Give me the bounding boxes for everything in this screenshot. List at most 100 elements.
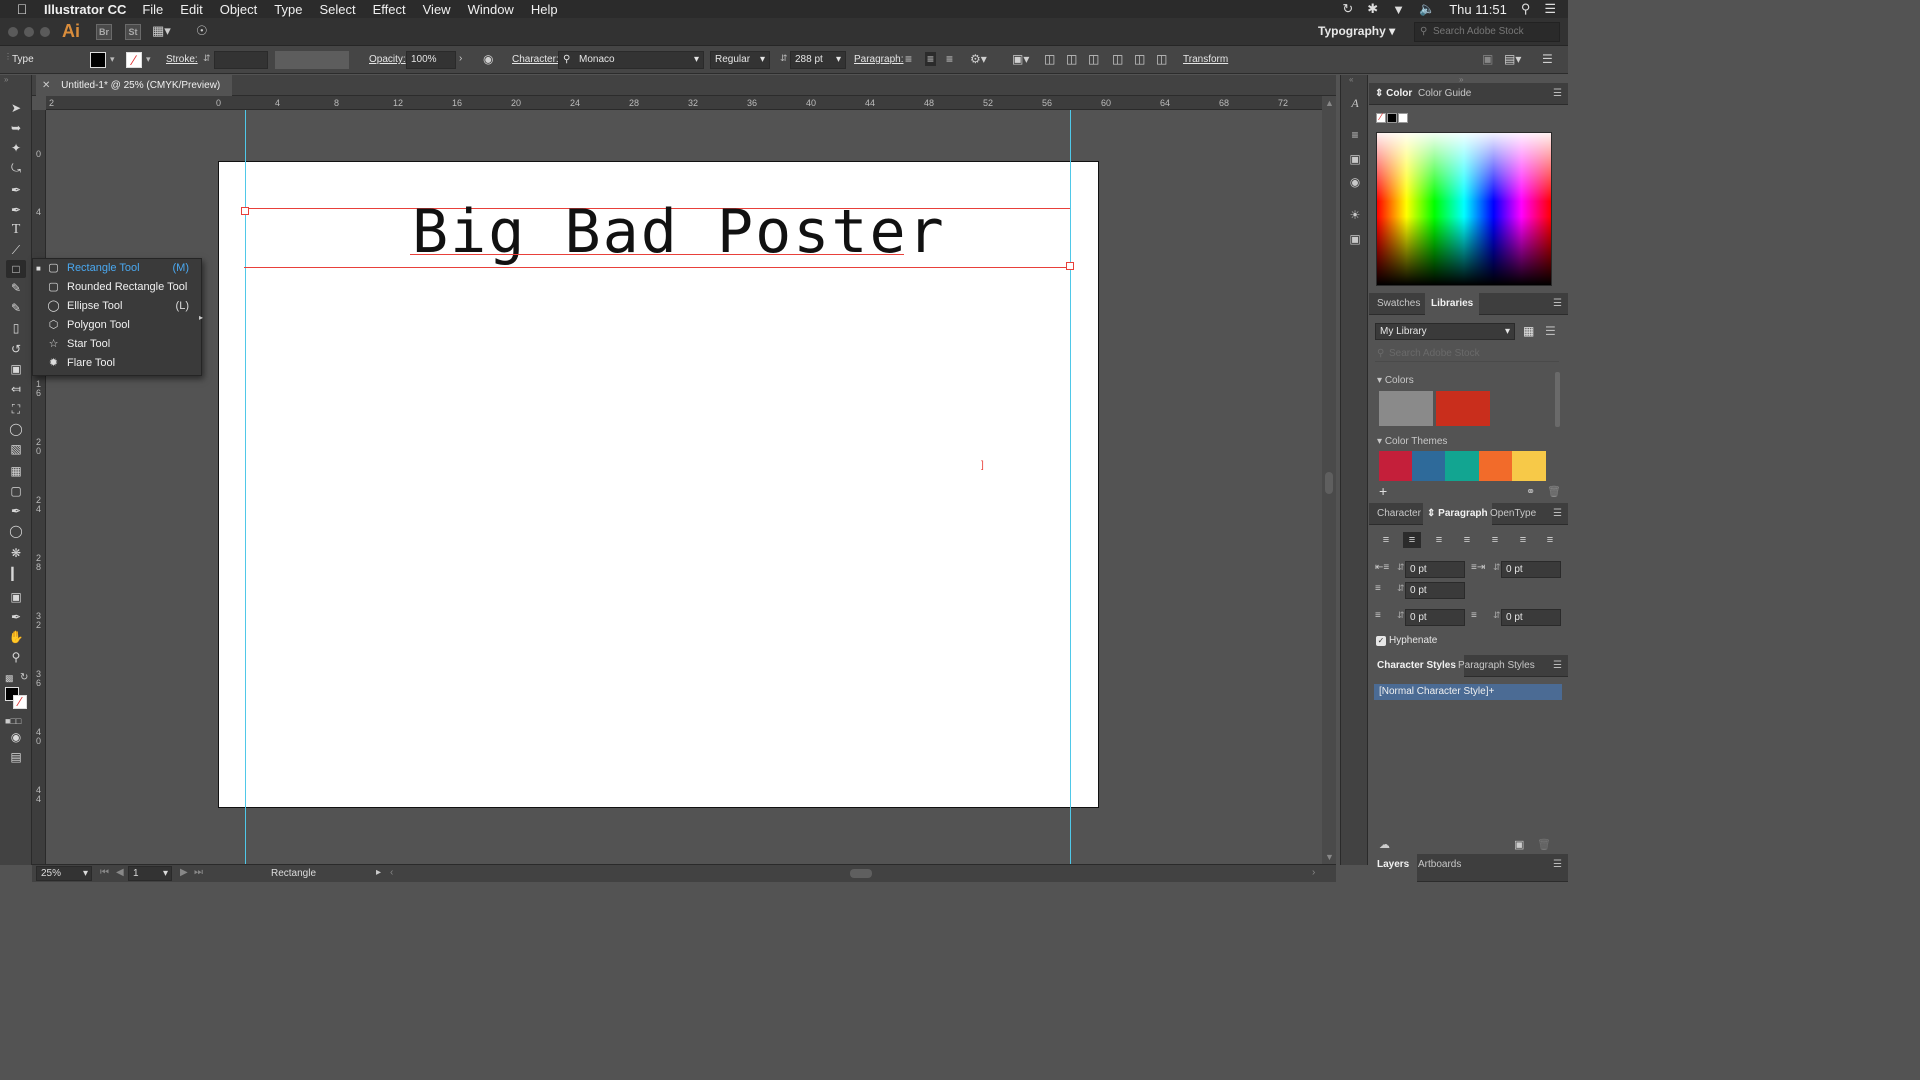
fill-color-swatch[interactable]	[90, 52, 106, 68]
load-styles-icon[interactable]: ☁	[1379, 838, 1390, 851]
toolbar-collapse-icon[interactable]: »	[4, 75, 8, 84]
tab-layers[interactable]: Layers	[1369, 854, 1418, 882]
eyedropper-tool-icon[interactable]: ✒	[6, 502, 26, 520]
magic-wand-tool-icon[interactable]: ✦	[6, 139, 26, 157]
app-menu-name[interactable]: Illustrator CC	[44, 2, 126, 17]
swap-fill-stroke-icon[interactable]: ↻	[20, 672, 28, 683]
last-artboard-icon[interactable]: ⏭	[194, 867, 203, 878]
clock[interactable]: Thu 11:51	[1449, 2, 1507, 17]
library-color-gray[interactable]	[1379, 391, 1433, 426]
styles-panel-menu-icon[interactable]: ☰	[1553, 660, 1562, 671]
list-view-icon[interactable]: ☰	[1545, 324, 1556, 338]
space-before-field[interactable]: 0 pt	[1405, 609, 1465, 626]
gradient-tool-icon[interactable]: ▢	[6, 482, 26, 500]
gradient-panel-icon[interactable]: ▣	[1347, 151, 1363, 167]
bluetooth-icon[interactable]: ✱	[1367, 1, 1378, 17]
menu-edit[interactable]: Edit	[180, 2, 202, 17]
align-horizontal-centers-icon[interactable]: ◫	[1066, 52, 1077, 66]
flyout-rectangle-tool[interactable]: ■ ▢ Rectangle Tool (M)	[33, 259, 201, 278]
tear-off-arrow-icon[interactable]: ▸	[199, 313, 203, 322]
stroke-panel-icon[interactable]: ≡	[1347, 127, 1363, 143]
right-indent-stepper[interactable]: ⇵	[1493, 562, 1501, 573]
workspace-switcher[interactable]: Typography ▾	[1318, 24, 1395, 38]
lasso-tool-icon[interactable]: ⤿	[6, 159, 26, 177]
zoom-tool-icon[interactable]: ⚲	[6, 648, 26, 666]
stroke-weight-field[interactable]	[214, 51, 268, 69]
layers-panel-menu-icon[interactable]: ☰	[1553, 859, 1562, 870]
flyout-ellipse-tool[interactable]: ◯ Ellipse Tool (L)	[33, 297, 201, 316]
scroll-up-icon[interactable]: ▲	[1325, 98, 1334, 108]
new-style-icon[interactable]: ▣	[1514, 838, 1524, 851]
volume-icon[interactable]: 🔈	[1419, 1, 1435, 17]
shaper-tool-icon[interactable]: ✎	[6, 299, 26, 317]
stroke-dropdown-icon[interactable]: ▾	[146, 54, 151, 65]
document-tab[interactable]: ✕ Untitled-1* @ 25% (CMYK/Preview)	[36, 75, 233, 96]
tab-color[interactable]: ⇕ Color	[1375, 83, 1412, 105]
menu-effect[interactable]: Effect	[373, 2, 406, 17]
symbol-sprayer-tool-icon[interactable]: ❋	[6, 544, 26, 562]
stock-button[interactable]: St	[125, 24, 141, 40]
line-segment-tool-icon[interactable]: ⟋	[6, 241, 26, 259]
next-artboard-icon[interactable]: ▶	[180, 867, 188, 878]
opacity-field[interactable]: 100%	[406, 51, 456, 69]
themes-section-header[interactable]: ▾ Color Themes	[1377, 436, 1447, 447]
flyout-star-tool[interactable]: ☆ Star Tool	[33, 335, 201, 354]
menu-object[interactable]: Object	[220, 2, 258, 17]
pen-tool-icon[interactable]: ✒	[6, 181, 26, 199]
align-right-icon[interactable]: ≡	[946, 52, 953, 66]
right-indent-field[interactable]: 0 pt	[1501, 561, 1561, 578]
rectangle-tool-icon[interactable]: □	[6, 260, 26, 278]
menu-help[interactable]: Help	[531, 2, 558, 17]
menu-file[interactable]: File	[142, 2, 163, 17]
sync-status-icon[interactable]: ⚭	[1526, 485, 1535, 498]
font-size-field[interactable]: 288 pt ▾	[790, 51, 846, 69]
none-color-icon[interactable]: ∕	[1376, 113, 1386, 123]
tab-opentype[interactable]: OpenType	[1490, 503, 1536, 525]
selection-tool-icon[interactable]: ➤	[6, 99, 26, 117]
time-machine-icon[interactable]: ↻	[1342, 1, 1353, 17]
default-fill-stroke-icon[interactable]: ▩	[5, 673, 14, 684]
horizontal-ruler[interactable]: 2 0 4 8 12 16 20 24 28 32 36 40 44 48 52 56 60 64 68 72	[46, 96, 1322, 110]
align-right-edges-icon[interactable]: ◫	[1088, 52, 1099, 66]
width-tool-icon[interactable]: ⤆	[6, 380, 26, 398]
align-center-icon[interactable]: ≡	[925, 52, 937, 66]
guide-right[interactable]	[1070, 110, 1071, 864]
appearance-panel-icon[interactable]: ☀	[1347, 207, 1363, 223]
arrange-icon[interactable]: ▤▾	[1504, 52, 1521, 66]
dock-collapse-icon[interactable]: «	[1349, 75, 1353, 84]
stock-search-input[interactable]: ⚲ Search Adobe Stock	[1414, 22, 1560, 42]
paragraph-panel-menu-icon[interactable]: ☰	[1553, 508, 1562, 519]
left-indent-field[interactable]: 0 pt	[1405, 561, 1465, 578]
theme-color-2[interactable]	[1412, 451, 1445, 481]
menu-window[interactable]: Window	[468, 2, 514, 17]
align-left-icon[interactable]: ≡	[905, 52, 912, 66]
align-left-edges-icon[interactable]: ◫	[1044, 52, 1055, 66]
stroke-none-swatch[interactable]: ∕	[126, 52, 142, 68]
library-search-input[interactable]: ⚲ Search Adobe Stock	[1375, 346, 1559, 362]
space-before-stepper[interactable]: ⇵	[1397, 610, 1405, 621]
theme-color-4[interactable]	[1479, 451, 1512, 481]
tab-paragraph[interactable]: ⇕ Paragraph	[1423, 503, 1492, 525]
minimize-window-button[interactable]	[24, 27, 34, 37]
theme-color-5[interactable]	[1512, 451, 1546, 481]
justify-last-left-icon[interactable]: ≡	[1458, 532, 1476, 548]
blend-tool-icon[interactable]: ◯	[6, 522, 26, 540]
first-line-indent-stepper[interactable]: ⇵	[1397, 583, 1405, 594]
tab-color-guide[interactable]: Color Guide	[1418, 83, 1471, 105]
paintbrush-tool-icon[interactable]: ✎	[6, 279, 26, 297]
eraser-tool-icon[interactable]: ▯	[6, 319, 26, 337]
scroll-down-icon[interactable]: ▼	[1325, 852, 1334, 862]
zoom-window-button[interactable]	[40, 27, 50, 37]
stroke-stepper[interactable]: ⇵	[203, 53, 211, 64]
theme-color-3[interactable]	[1445, 451, 1479, 481]
character-label[interactable]: Character:	[512, 54, 559, 65]
column-graph-tool-icon[interactable]: ▎	[6, 565, 26, 583]
font-style-field[interactable]: Regular ▾	[710, 51, 770, 69]
library-dropdown[interactable]: My Library ▾	[1375, 323, 1515, 340]
flyout-polygon-tool[interactable]: ⬡ Polygon Tool	[33, 316, 201, 335]
glyphs-panel-icon[interactable]: A	[1347, 95, 1363, 111]
touch-type-icon[interactable]: ⚙▾	[970, 52, 987, 66]
stroke-label[interactable]: Stroke:	[166, 54, 198, 65]
wifi-icon[interactable]: ▼	[1392, 2, 1405, 17]
hand-tool-icon[interactable]: ✋	[6, 628, 26, 646]
